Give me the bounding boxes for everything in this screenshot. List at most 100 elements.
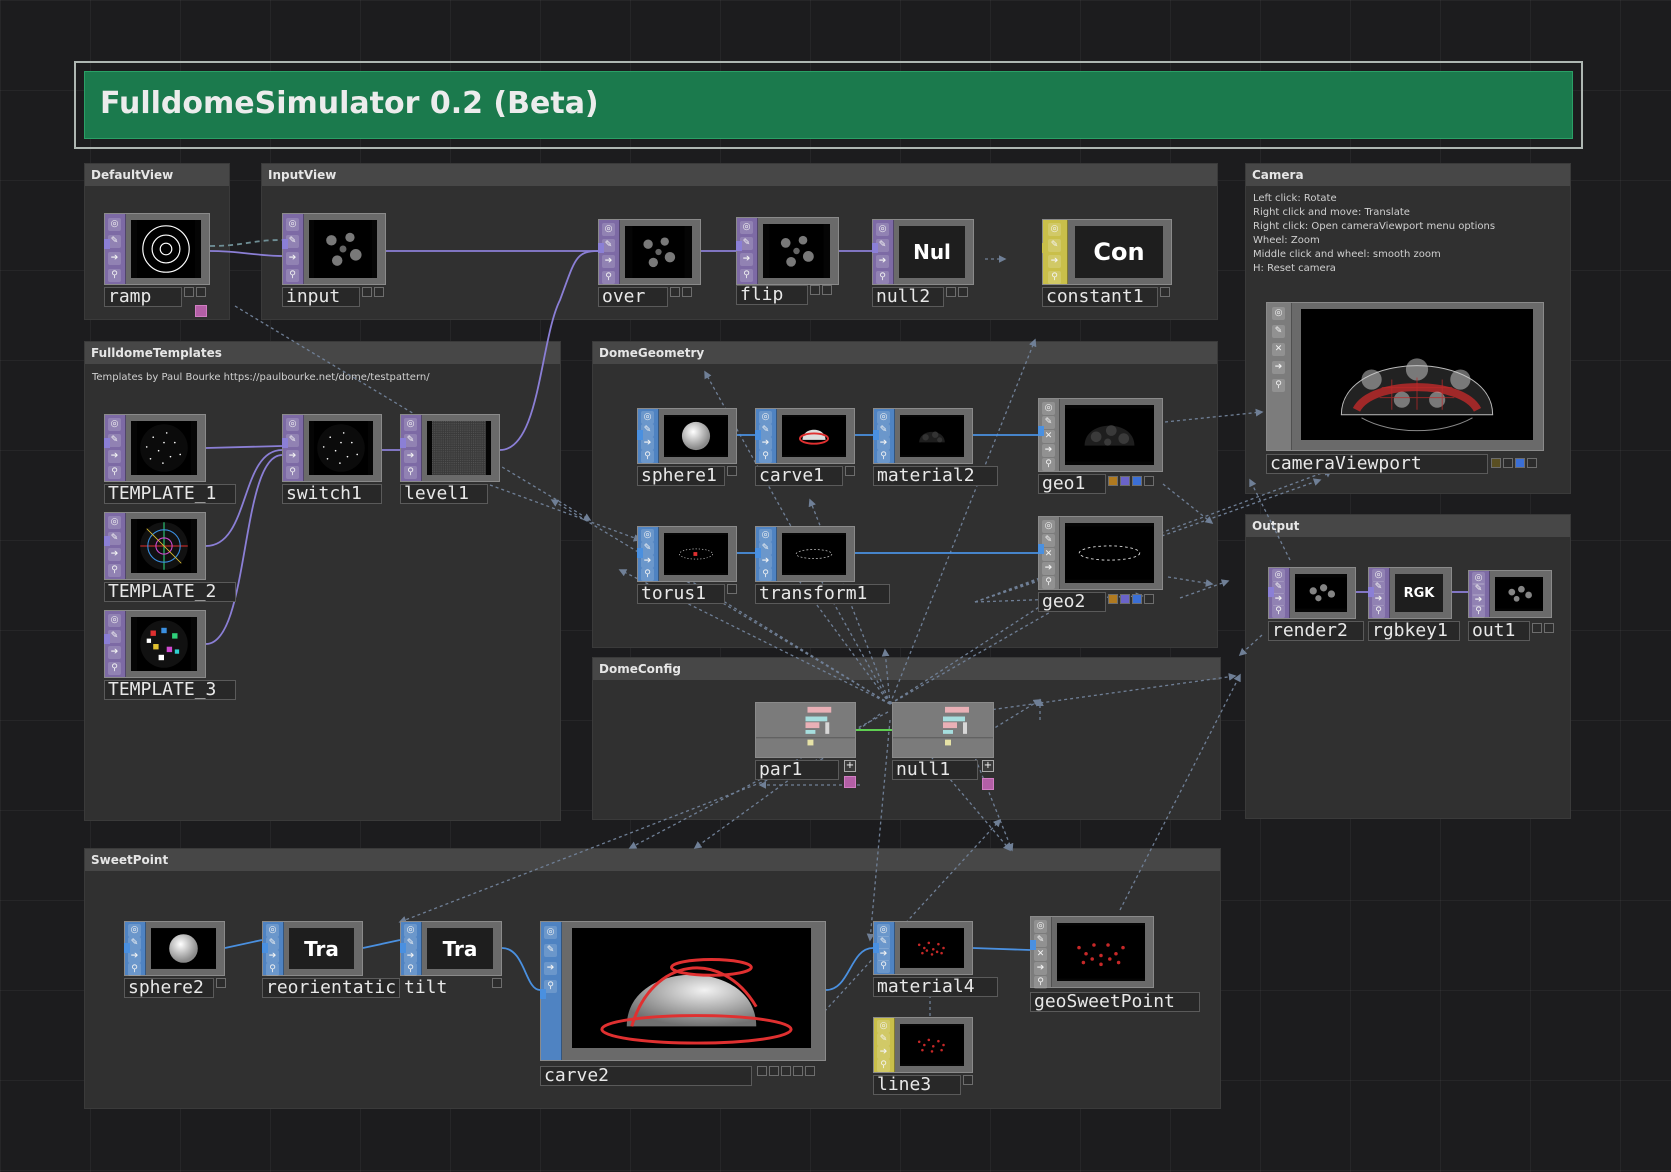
node-name[interactable]: line3	[873, 1075, 961, 1095]
node-body[interactable]: ◎ ✎ ➔ ⚲	[104, 414, 206, 482]
viewer-icon[interactable]: ◎	[641, 529, 654, 542]
lock-icon[interactable]: ⚲	[641, 568, 654, 581]
lock-icon[interactable]: ⚲	[404, 963, 417, 976]
node-name[interactable]: TEMPLATE_1	[104, 484, 236, 504]
node-name[interactable]: transform1	[755, 584, 890, 604]
node-flags[interactable]	[1108, 594, 1154, 606]
node-flags[interactable]	[670, 287, 692, 299]
output-connector[interactable]	[736, 241, 742, 251]
bypass-icon[interactable]: ➔	[108, 548, 121, 561]
output-connector[interactable]	[1038, 426, 1044, 436]
node-body[interactable]: ◎ ✎ ➔ ⚲	[282, 414, 382, 482]
output-connector[interactable]	[540, 989, 546, 999]
lock-icon[interactable]: ⚲	[876, 271, 889, 284]
node-flags[interactable]	[1160, 287, 1170, 299]
viewer-icon[interactable]: ◎	[404, 418, 417, 431]
node-body[interactable]: ◎ ✎ ➔ ⚲ Nul	[872, 219, 974, 285]
annotation-title[interactable]: DomeGeometry	[593, 342, 1217, 364]
lock-icon[interactable]: ⚲	[641, 450, 654, 463]
output-connector[interactable]	[400, 438, 406, 448]
node-body[interactable]: ◎ ✎ ➔ ⚲	[1468, 570, 1552, 618]
node-body[interactable]: ◎ ✎ ➔ ⚲	[282, 213, 386, 285]
node-name[interactable]: geo1	[1038, 474, 1106, 494]
node-body[interactable]: ◎ ✎ ✕ ➔ ⚲	[1266, 302, 1544, 451]
bypass-icon[interactable]: ➔	[1048, 255, 1061, 268]
node-name[interactable]: level1	[400, 484, 488, 504]
bypass-icon[interactable]: ➔	[876, 255, 889, 268]
viewer-icon[interactable]: ◎	[740, 221, 753, 234]
parameter-icon[interactable]	[844, 776, 856, 788]
node-name[interactable]: input	[282, 287, 360, 307]
node-name[interactable]: TEMPLATE_3	[104, 680, 236, 700]
node-flags[interactable]	[216, 978, 226, 990]
node-body[interactable]: ◎ ✎ ➔ ⚲	[637, 526, 737, 582]
lock-icon[interactable]: ⚲	[128, 963, 141, 976]
node-flags[interactable]	[845, 466, 855, 478]
viewer-icon[interactable]: ◎	[404, 924, 417, 937]
lock-icon[interactable]: ⚲	[108, 466, 121, 479]
node-body[interactable]: ◎ ✎ ➔ ⚲	[598, 219, 701, 285]
lock-icon[interactable]: ⚲	[740, 269, 753, 282]
node-body[interactable]: ◎ ✎ ➔ ⚲	[873, 1017, 973, 1073]
viewer-icon[interactable]: ◎	[266, 924, 279, 937]
node-flags[interactable]	[810, 285, 832, 297]
output-connector[interactable]	[1042, 243, 1048, 253]
viewer-icon[interactable]: ◎	[1042, 402, 1055, 415]
node-flag-strip[interactable]: ◎ ✎ ➔ ⚲	[105, 214, 126, 284]
node-name[interactable]: par1	[755, 760, 839, 780]
node-flag-strip[interactable]: ◎ ✎ ➔ ⚲	[283, 214, 304, 284]
node-name[interactable]: geoSweetPoint	[1030, 992, 1200, 1012]
viewer-icon[interactable]: ◎	[1048, 223, 1061, 236]
edit-icon[interactable]: ✎	[877, 1033, 890, 1046]
lock-icon[interactable]: ⚲	[877, 960, 890, 973]
bypass-icon[interactable]: ➔	[108, 646, 121, 659]
lock-icon[interactable]: ⚲	[404, 466, 417, 479]
edit-icon[interactable]: ✎	[1272, 325, 1285, 338]
output-connector[interactable]	[637, 548, 643, 558]
viewer-icon[interactable]: ◎	[1272, 307, 1285, 320]
bypass-icon[interactable]: ➔	[108, 450, 121, 463]
output-connector[interactable]	[872, 243, 878, 253]
node-flag-strip[interactable]: ◎ ✎ ➔ ⚲	[105, 415, 126, 481]
lock-icon[interactable]: ⚲	[1042, 458, 1055, 471]
viewer-icon[interactable]: ◎	[877, 411, 890, 424]
node-body[interactable]: ◎ ✎ ➔ ⚲	[104, 213, 210, 285]
lock-icon[interactable]: ⚲	[266, 963, 279, 976]
node-flags[interactable]	[963, 1075, 973, 1087]
node-body[interactable]: ◎ ✎ ➔ ⚲	[124, 921, 225, 976]
node-flags[interactable]	[1491, 458, 1537, 470]
lock-icon[interactable]: ⚲	[877, 1059, 890, 1072]
bypass-icon[interactable]: ➔	[877, 1046, 890, 1059]
node-name[interactable]: carve1	[755, 466, 843, 486]
node-name[interactable]: geo2	[1038, 592, 1106, 612]
output-connector[interactable]	[637, 430, 643, 440]
node-flag-strip[interactable]: ◎ ✎ ➔ ⚲	[401, 415, 422, 481]
edit-icon[interactable]: ✎	[544, 944, 557, 957]
node-body[interactable]: ◎ ✎ ➔ ⚲ Tra	[400, 921, 502, 976]
output-connector[interactable]	[755, 548, 761, 558]
output-connector[interactable]	[1368, 587, 1374, 597]
output-connector[interactable]	[282, 438, 288, 448]
lock-icon[interactable]: ⚲	[759, 450, 772, 463]
bypass-icon[interactable]: ➔	[602, 255, 615, 268]
node-name[interactable]: render2	[1268, 621, 1364, 641]
bypass-icon[interactable]: ➔	[1042, 562, 1055, 575]
output-connector[interactable]	[104, 536, 110, 546]
node-name[interactable]: material4	[873, 977, 998, 997]
lock-icon[interactable]: ⚲	[1042, 576, 1055, 589]
viewer-icon[interactable]: ◎	[759, 411, 772, 424]
lock-icon[interactable]: ⚲	[108, 662, 121, 675]
output-connector[interactable]	[1038, 544, 1044, 554]
annotation-title[interactable]: Output	[1246, 515, 1570, 537]
lock-icon[interactable]: ⚲	[1272, 379, 1285, 392]
bypass-icon[interactable]: ➔	[1034, 962, 1047, 975]
node-body[interactable]: ◎ ✎ ✕ ➔ ⚲	[1038, 516, 1163, 590]
node-body[interactable]: ◎ ✎ ➔ ⚲	[104, 512, 206, 580]
annotation-title[interactable]: SweetPoint	[85, 849, 1220, 871]
bypass-icon[interactable]: ➔	[108, 252, 121, 265]
node-body[interactable]: ◎ ✎ ➔ ⚲	[755, 526, 855, 582]
viewer-icon[interactable]: ◎	[877, 1020, 890, 1033]
annotation-title[interactable]: InputView	[262, 164, 1217, 186]
node-name[interactable]: over	[598, 287, 668, 307]
node-body[interactable]: ◎ ✎ ➔ ⚲	[1268, 567, 1356, 619]
